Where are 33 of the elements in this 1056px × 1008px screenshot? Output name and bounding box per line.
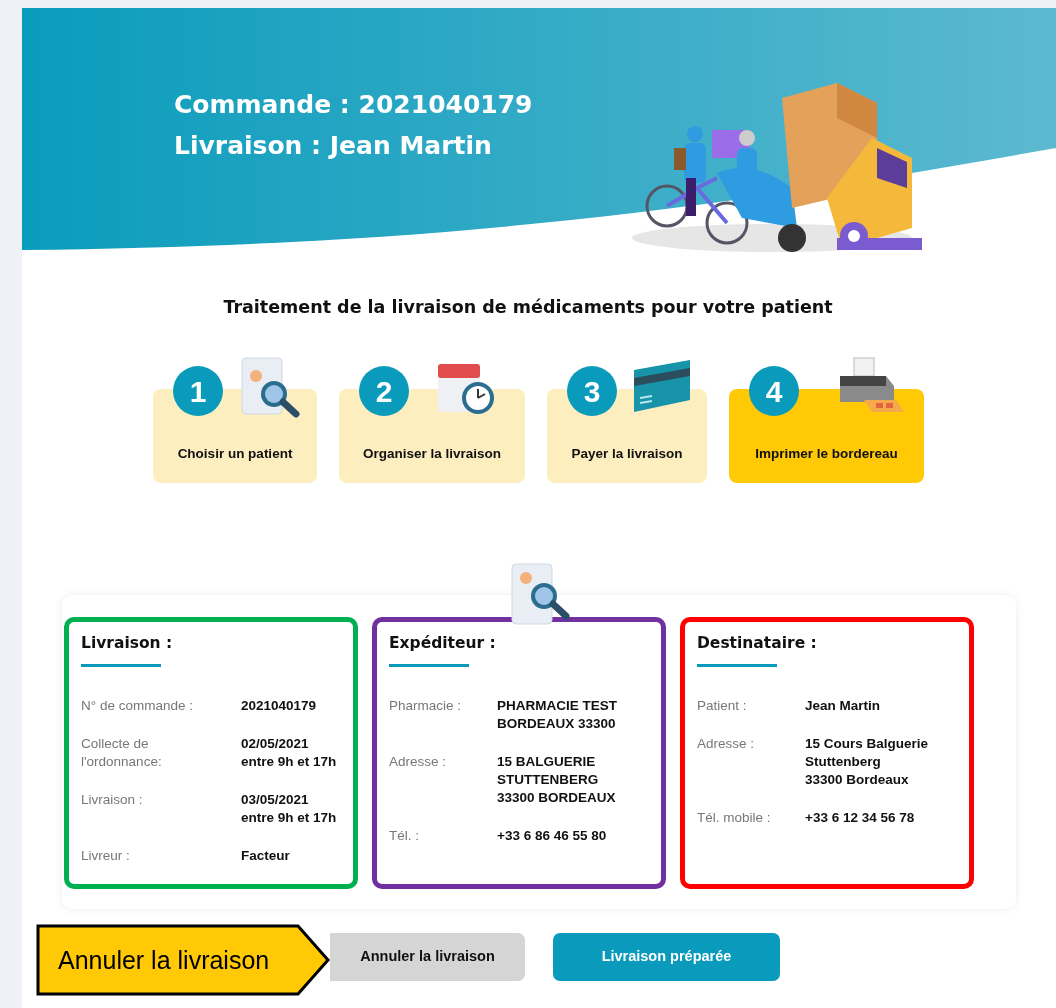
field-label: Livraison : bbox=[81, 790, 144, 809]
step-number: 1 bbox=[173, 366, 223, 417]
field-label: Tél. : bbox=[389, 826, 420, 845]
field-value: Facteur bbox=[241, 846, 290, 865]
page-subtitle: Traitement de la livraison de médicaments pour votre patient bbox=[222, 296, 834, 319]
document-magnifier-icon bbox=[238, 356, 300, 419]
field-label: Patient : bbox=[697, 696, 748, 715]
field-label: N° de commande : bbox=[81, 696, 194, 715]
field-label: Adresse : bbox=[697, 734, 756, 753]
field-value: 15 Cours Balguerie Stuttenberg 33300 Bordeaux bbox=[805, 734, 929, 789]
step-number: 2 bbox=[359, 366, 409, 417]
field-label: Tél. mobile : bbox=[697, 808, 772, 827]
cancel-button[interactable]: Annuler la livraison bbox=[330, 933, 525, 982]
field-value: PHARMACIE TEST BORDEAUX 33300 bbox=[497, 696, 617, 733]
callout-arrow: Annuler la livraison bbox=[36, 924, 332, 996]
card-title: Expéditeur : bbox=[389, 633, 496, 655]
step-number: 3 bbox=[567, 366, 617, 417]
card-title: Livraison : bbox=[81, 633, 173, 655]
header-title: Livraison : Jean Martin bbox=[174, 130, 492, 162]
card-title: Destinataire : bbox=[697, 633, 817, 655]
field-value: Jean Martin bbox=[805, 696, 881, 715]
step-number: 4 bbox=[749, 366, 799, 417]
header-title: Commande : 2021040179 bbox=[174, 89, 533, 121]
field-value: 03/05/2021 entre 9h et 17h bbox=[241, 790, 337, 827]
field-value: 02/05/2021 entre 9h et 17h bbox=[241, 734, 337, 771]
field-value: 2021040179 bbox=[241, 696, 317, 715]
field-label: Collecte de l'ordonnance: bbox=[81, 734, 163, 771]
field-label: Livreur : bbox=[81, 846, 131, 865]
field-label: Pharmacie : bbox=[389, 696, 463, 715]
field-label: Adresse : bbox=[389, 752, 448, 771]
field-value: +33 6 86 46 55 80 bbox=[497, 826, 607, 845]
field-value: +33 6 12 34 56 78 bbox=[805, 808, 915, 827]
field-value: 15 BALGUERIE STUTTENBERG 33300 BORDEAUX bbox=[497, 752, 616, 807]
